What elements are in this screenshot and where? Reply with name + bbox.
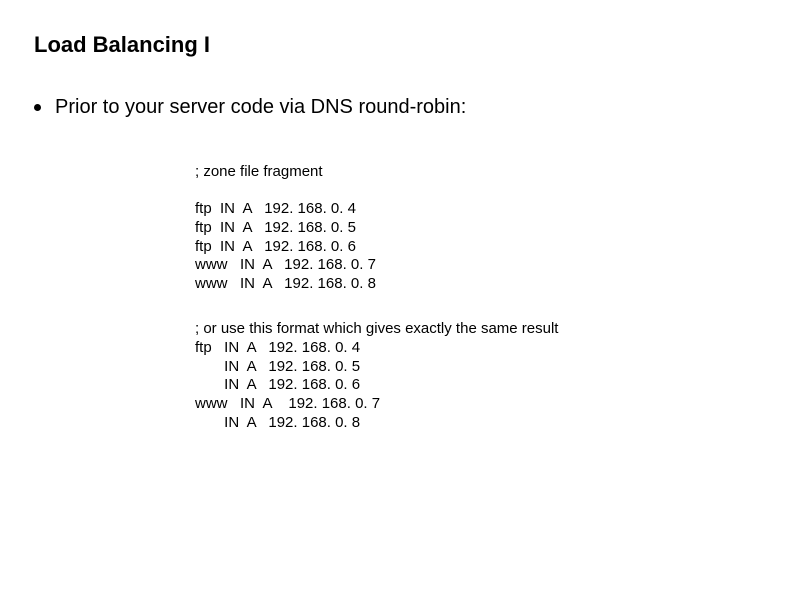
slide-title: Load Balancing I <box>34 32 210 58</box>
dns-records-block-1: ftp IN A 192. 168. 0. 4 ftp IN A 192. 16… <box>195 200 376 294</box>
dns-records-block-2: ; or use this format which gives exactly… <box>195 320 558 433</box>
bullet-dot-icon <box>34 104 41 111</box>
bullet-item: Prior to your server code via DNS round-… <box>34 96 466 119</box>
bullet-text: Prior to your server code via DNS round-… <box>55 96 466 119</box>
zone-comment-1: ; zone file fragment <box>195 163 323 182</box>
